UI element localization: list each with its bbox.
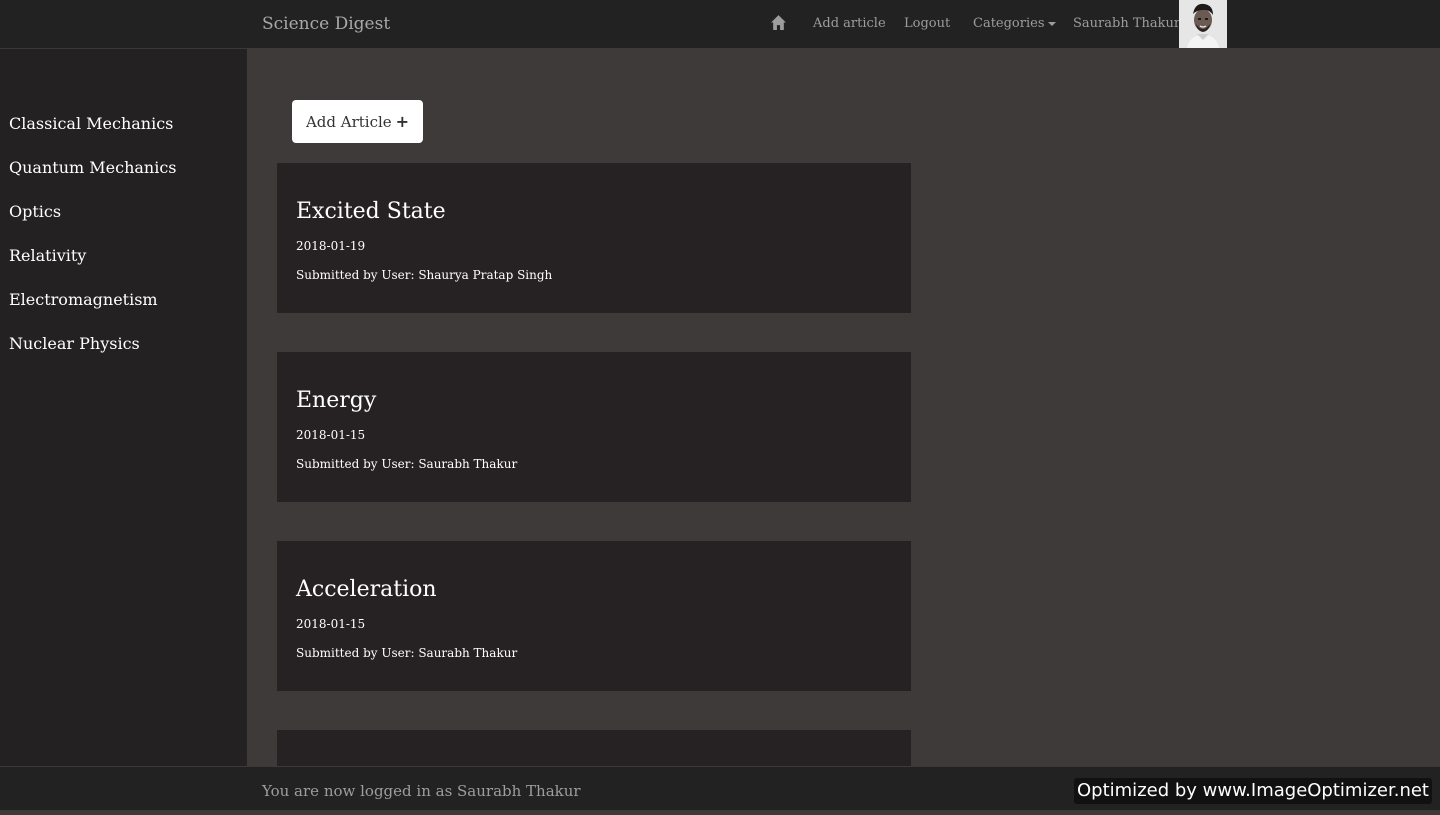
brand-link[interactable]: Science Digest bbox=[262, 0, 390, 48]
avatar[interactable] bbox=[1179, 0, 1227, 48]
article-submitted-by: Submitted by User: Saurabh Thakur bbox=[296, 457, 518, 471]
article-date: 2018-01-15 bbox=[296, 428, 366, 442]
nav-categories-label: Categories bbox=[973, 16, 1045, 31]
sidebar-item-nuclear-physics[interactable]: Nuclear Physics bbox=[9, 334, 140, 353]
article-card: Energy 2018-01-15 Submitted by User: Sau… bbox=[277, 352, 911, 502]
sidebar-item-optics[interactable]: Optics bbox=[9, 202, 61, 221]
home-icon[interactable] bbox=[770, 14, 787, 31]
article-card-partial bbox=[277, 730, 911, 766]
sidebar: Classical Mechanics Quantum Mechanics Op… bbox=[0, 49, 247, 767]
article-date: 2018-01-15 bbox=[296, 617, 366, 631]
nav-logout-link[interactable]: Logout bbox=[904, 0, 950, 48]
nav-add-article-link[interactable]: Add article bbox=[813, 0, 886, 48]
login-status-text: You are now logged in as Saurabh Thakur bbox=[262, 782, 581, 800]
top-navbar: Science Digest Add article Logout Catego… bbox=[0, 0, 1440, 49]
optimizer-watermark: Optimized by www.ImageOptimizer.net bbox=[1074, 778, 1432, 804]
sidebar-item-electromagnetism[interactable]: Electromagnetism bbox=[9, 290, 158, 309]
add-article-button-label: Add Article bbox=[305, 112, 392, 131]
nav-user-name-link[interactable]: Saurabh Thakur bbox=[1073, 0, 1180, 48]
sidebar-item-quantum-mechanics[interactable]: Quantum Mechanics bbox=[9, 158, 177, 177]
article-submitted-by: Submitted by User: Saurabh Thakur bbox=[296, 646, 518, 660]
avatar-portrait bbox=[1179, 0, 1227, 48]
article-card: Acceleration 2018-01-15 Submitted by Use… bbox=[277, 541, 911, 691]
article-title[interactable]: Energy bbox=[296, 388, 376, 413]
nav-categories-dropdown[interactable]: Categories bbox=[973, 0, 1056, 48]
article-title[interactable]: Acceleration bbox=[296, 577, 437, 602]
plus-icon: + bbox=[395, 112, 410, 131]
sidebar-item-classical-mechanics[interactable]: Classical Mechanics bbox=[9, 114, 173, 133]
add-article-button[interactable]: Add Article + bbox=[292, 100, 423, 143]
sidebar-item-relativity[interactable]: Relativity bbox=[9, 246, 86, 265]
caret-down-icon bbox=[1047, 21, 1056, 26]
home-icon-glyph bbox=[771, 15, 786, 30]
article-submitted-by: Submitted by User: Shaurya Pratap Singh bbox=[296, 268, 553, 282]
article-title[interactable]: Excited State bbox=[296, 199, 446, 224]
article-date: 2018-01-19 bbox=[296, 239, 366, 253]
article-card: Excited State 2018-01-19 Submitted by Us… bbox=[277, 163, 911, 313]
